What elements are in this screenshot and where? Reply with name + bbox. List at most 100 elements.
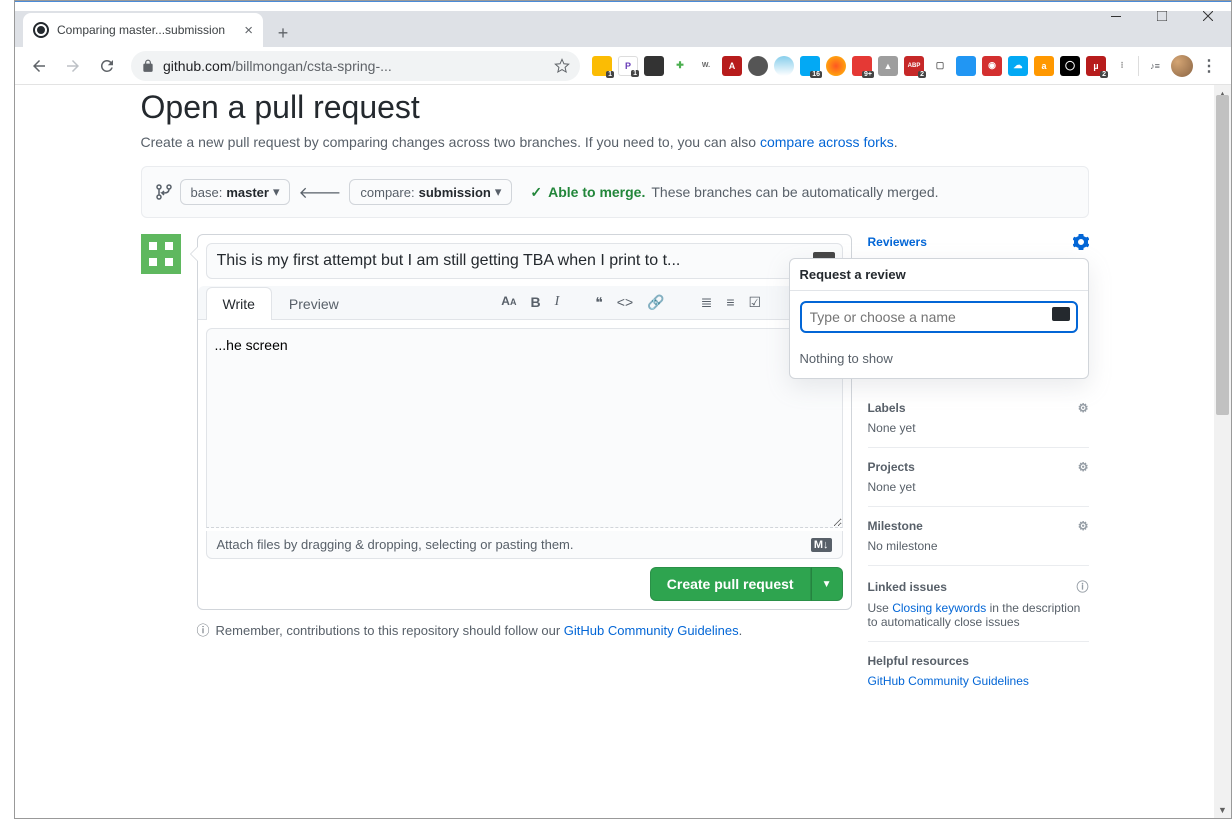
preview-tab[interactable]: Preview: [272, 287, 356, 320]
ext-icon[interactable]: [956, 56, 976, 76]
task-tool-icon[interactable]: ☑: [748, 294, 761, 311]
window-controls: [1093, 1, 1231, 31]
link-tool-icon[interactable]: 🔗: [647, 294, 664, 311]
page-content: Open a pull request Create a new pull re…: [15, 85, 1214, 818]
closing-keywords-link[interactable]: Closing keywords: [892, 601, 986, 615]
ext-icon[interactable]: [774, 56, 794, 76]
gear-icon[interactable]: [1073, 234, 1089, 250]
contribution-note: ⓘRemember, contributions to this reposit…: [141, 620, 852, 639]
info-icon[interactable]: ⓘ: [1076, 578, 1088, 595]
compare-icon: [156, 184, 172, 200]
ext-icon[interactable]: [592, 56, 612, 76]
reviewers-header[interactable]: Reviewers: [868, 234, 1089, 250]
back-button[interactable]: [23, 50, 55, 82]
close-window-button[interactable]: [1185, 1, 1231, 31]
ext-icon[interactable]: P: [618, 56, 638, 76]
tab-close-button[interactable]: ×: [244, 22, 253, 39]
gear-icon[interactable]: ⚙: [1078, 519, 1089, 533]
tab-title: Comparing master...submission: [57, 23, 225, 37]
page-title: Open a pull request: [141, 89, 1089, 126]
caret-down-icon: ▾: [273, 184, 280, 200]
attach-files-hint[interactable]: Attach files by dragging & dropping, sel…: [206, 531, 843, 559]
vertical-scrollbar[interactable]: ▲ ▼: [1214, 85, 1231, 818]
url-path: /billmongan/csta-spring-...: [231, 58, 391, 74]
reload-button[interactable]: [91, 50, 123, 82]
browser-tab-active[interactable]: Comparing master...submission ×: [23, 13, 263, 47]
linked-issues-header: Linked issues ⓘ: [868, 578, 1089, 595]
editor-tabs: Write Preview AA B I ❝ <>: [198, 286, 851, 320]
gear-icon[interactable]: ⚙: [1078, 401, 1089, 415]
helpful-link[interactable]: GitHub Community Guidelines: [868, 674, 1029, 688]
ext-icon[interactable]: ▢: [930, 56, 950, 76]
projects-header[interactable]: Projects ⚙: [868, 460, 1089, 474]
reviewer-search-input[interactable]: [800, 301, 1078, 333]
browser-tabs: Comparing master...submission × +: [15, 11, 1231, 47]
reviewers-popover: Request a review Nothing to show: [789, 258, 1089, 379]
titlebar: [15, 1, 1231, 11]
create-pr-button[interactable]: Create pull request: [650, 567, 811, 601]
ext-icon[interactable]: ABP: [904, 56, 924, 76]
projects-body: None yet: [868, 480, 1089, 494]
code-tool-icon[interactable]: <>: [617, 294, 633, 311]
compare-forks-link[interactable]: compare across forks: [760, 134, 894, 150]
ext-icon[interactable]: ☁: [1008, 56, 1028, 76]
extensions-row: P ✚ W. A ▲ ABP ▢ ◉ ☁ a ◯ µ ⁝ ♪≡ ⋮: [588, 55, 1223, 77]
scroll-down-icon[interactable]: ▼: [1214, 801, 1231, 818]
base-branch-select[interactable]: base: master▾: [180, 179, 291, 205]
url-domain: github.com: [163, 58, 231, 74]
browser-window: Comparing master...submission × + github…: [14, 0, 1232, 819]
lock-icon: [141, 59, 155, 73]
maximize-button[interactable]: [1139, 1, 1185, 31]
ext-icon[interactable]: [748, 56, 768, 76]
gear-icon[interactable]: ⚙: [1078, 460, 1089, 474]
ext-icon[interactable]: ◉: [982, 56, 1002, 76]
ext-icon[interactable]: ⁝: [1112, 56, 1132, 76]
scroll-thumb[interactable]: [1216, 95, 1229, 415]
ext-icon[interactable]: ✚: [670, 56, 690, 76]
new-tab-button[interactable]: +: [269, 19, 297, 47]
minimize-button[interactable]: [1093, 1, 1139, 31]
address-bar-row: github.com/billmongan/csta-spring-... P …: [15, 47, 1231, 85]
github-favicon-icon: [33, 22, 49, 38]
milestone-body: No milestone: [868, 539, 1089, 553]
ext-icon[interactable]: µ: [1086, 56, 1106, 76]
address-bar[interactable]: github.com/billmongan/csta-spring-...: [131, 51, 580, 81]
labels-header[interactable]: Labels ⚙: [868, 401, 1089, 415]
comment-box: Write Preview AA B I ❝ <>: [197, 234, 852, 610]
pr-body-input[interactable]: [206, 328, 843, 528]
ol-tool-icon[interactable]: ≡: [726, 294, 734, 311]
italic-tool-icon[interactable]: I: [555, 294, 560, 311]
forward-button[interactable]: [57, 50, 89, 82]
markdown-icon[interactable]: M↓: [811, 538, 832, 552]
pr-title-input[interactable]: [206, 243, 843, 279]
ext-icon[interactable]: a: [1034, 56, 1054, 76]
milestone-header[interactable]: Milestone ⚙: [868, 519, 1089, 533]
write-tab[interactable]: Write: [206, 287, 272, 320]
content-wrapper: Open a pull request Create a new pull re…: [15, 85, 1231, 818]
quote-tool-icon[interactable]: ❝: [595, 294, 603, 311]
ext-icon[interactable]: [800, 56, 820, 76]
compare-branch-select[interactable]: compare: submission▾: [349, 179, 512, 205]
bookmark-star-icon[interactable]: [554, 58, 570, 74]
caret-down-icon: ▾: [495, 184, 502, 200]
ext-icon[interactable]: W.: [696, 56, 716, 76]
popover-title: Request a review: [790, 259, 1088, 291]
ext-icon[interactable]: [644, 56, 664, 76]
profile-avatar-icon[interactable]: [1171, 55, 1193, 77]
separator: [1138, 56, 1139, 76]
compare-range-box: base: master▾ 🡐 compare: submission▾ ✓ A…: [141, 166, 1089, 218]
page-subhead: Create a new pull request by comparing c…: [141, 134, 1089, 150]
ul-tool-icon[interactable]: ≣: [701, 294, 713, 311]
ext-icon[interactable]: [852, 56, 872, 76]
bold-tool-icon[interactable]: B: [530, 294, 540, 311]
sidebar: Reviewers Request a review: [868, 234, 1089, 700]
ext-icon[interactable]: ◯: [1060, 56, 1080, 76]
chrome-menu-button[interactable]: ⋮: [1199, 56, 1219, 76]
media-icon[interactable]: ♪≡: [1145, 56, 1165, 76]
ext-icon[interactable]: ▲: [878, 56, 898, 76]
guidelines-link[interactable]: GitHub Community Guidelines: [564, 623, 739, 638]
ext-icon[interactable]: [826, 56, 846, 76]
ext-icon[interactable]: A: [722, 56, 742, 76]
heading-tool-icon[interactable]: AA: [501, 294, 516, 311]
create-pr-dropdown[interactable]: ▼: [811, 567, 843, 601]
